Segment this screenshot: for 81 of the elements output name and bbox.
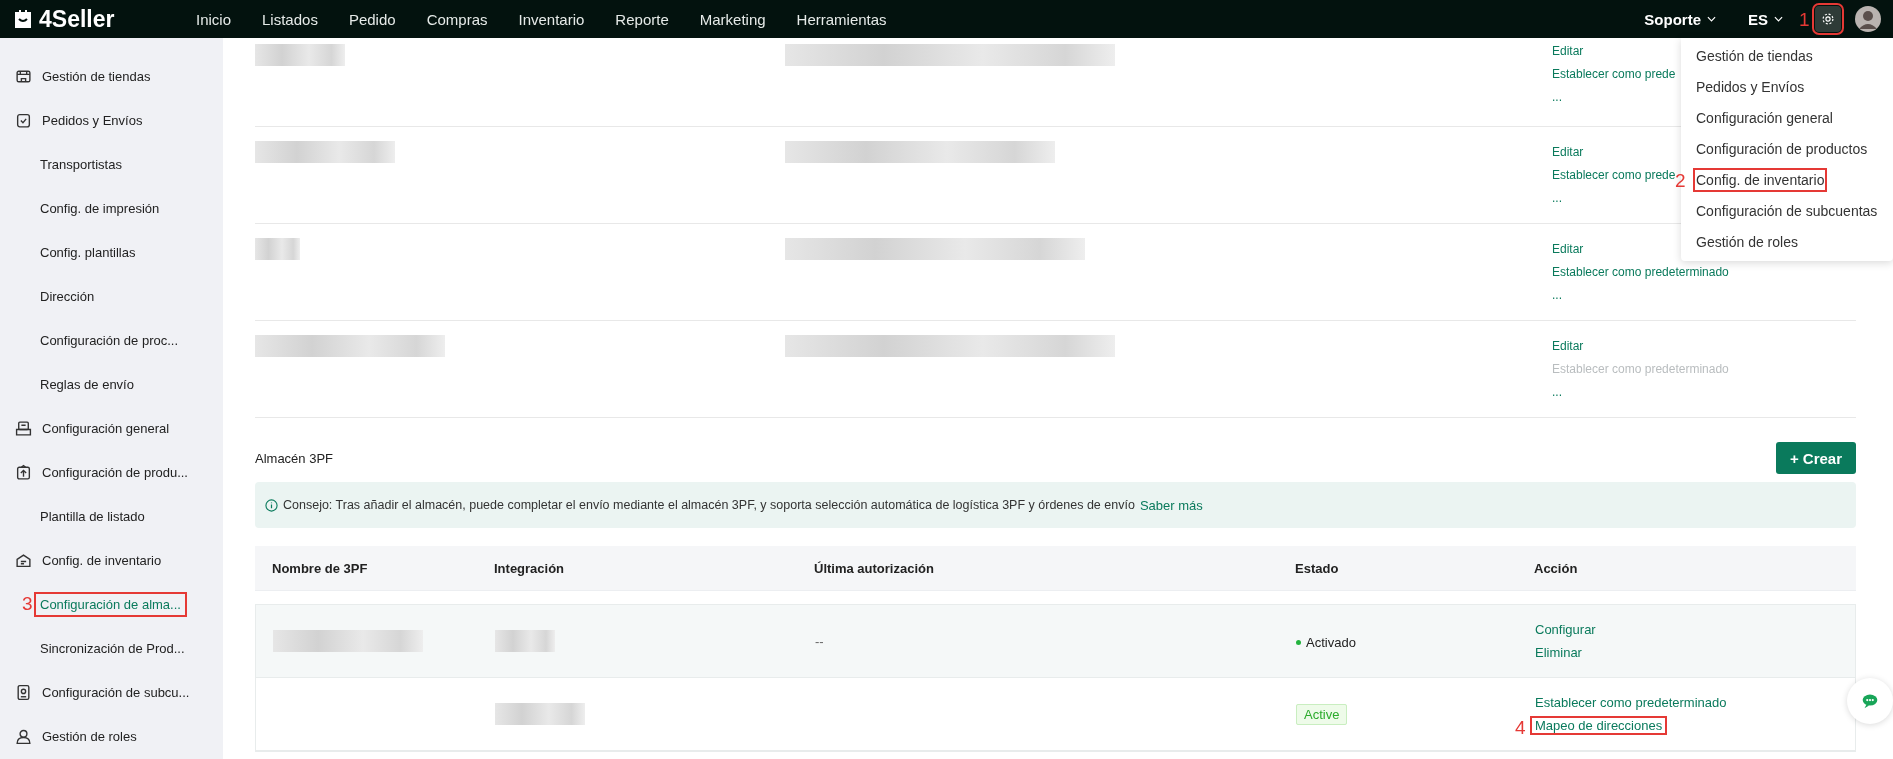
nav-link[interactable]: Inventario (518, 10, 585, 28)
menu-item[interactable]: Config. de inventario (1695, 169, 1826, 190)
support-menu[interactable]: Soporte (1644, 10, 1716, 28)
sidebar-item[interactable]: Pedidos y Envíos (0, 98, 223, 142)
annotation-number: 3 (22, 594, 33, 613)
sidebar-item[interactable]: Config. plantillas (36, 241, 140, 263)
sidebar-item[interactable]: Config. de impresión (36, 197, 164, 219)
avatar-icon[interactable] (1855, 6, 1881, 32)
clipboard-icon (15, 111, 32, 129)
action-link[interactable]: Mapeo de direcciones (1532, 718, 1666, 733)
menu-item[interactable]: Gestión de tiendas (1695, 45, 1814, 66)
action-link[interactable]: Establecer como prede (1552, 168, 1676, 182)
sidebar-item[interactable]: Configuración de alma... (36, 593, 185, 615)
nav-link[interactable]: Compras (426, 10, 488, 28)
action-link[interactable]: Editar (1552, 44, 1676, 58)
nav-link[interactable]: Listados (262, 10, 318, 28)
action-link[interactable]: Establecer como predeterminado (1552, 265, 1729, 279)
section-title: Almacén 3PF (255, 450, 334, 466)
inventory-icon (15, 551, 32, 569)
action-link[interactable]: Editar (1552, 339, 1729, 353)
menu-item[interactable]: Configuración general (1695, 107, 1834, 128)
sidebar-item[interactable]: Gestión de roles (0, 714, 223, 758)
column-header: Estado (1295, 560, 1340, 576)
printer-icon (15, 419, 32, 437)
sidebar-item[interactable]: Configuración de produ... (0, 450, 223, 494)
sidebar-item[interactable]: Sincronización de Prod... (36, 637, 189, 659)
table-cell: -- (815, 633, 824, 649)
action-link[interactable]: Establecer como predeterminado (1535, 695, 1727, 710)
action-link[interactable]: Eliminar (1535, 645, 1582, 660)
column-header: Última autorización (814, 560, 935, 576)
sidebar-item[interactable]: Gestión de tiendas (0, 54, 223, 98)
user-icon (15, 727, 32, 745)
sidebar-item[interactable]: Configuración de subcu... (0, 670, 223, 714)
redacted-text (255, 238, 300, 260)
column-header: Acción (1534, 560, 1579, 576)
status-text: Activado (1296, 634, 1356, 650)
column-header: Nombre de 3PF (271, 560, 369, 576)
nav-link[interactable]: Reporte (615, 10, 669, 28)
language-menu[interactable]: ES (1748, 10, 1783, 28)
sidebar-item[interactable]: Plantilla de listado (36, 505, 149, 527)
logo-text[interactable]: 4Seller (39, 5, 115, 33)
upload-icon (15, 463, 32, 481)
action-link[interactable]: ... (1552, 288, 1729, 302)
sidebar-item[interactable]: Dirección (36, 285, 99, 307)
status-tag: Active (1296, 703, 1348, 725)
chevron-icon (1774, 16, 1783, 22)
settings-icon (1821, 12, 1835, 26)
sidebar-item[interactable]: Reglas de envío (36, 373, 138, 395)
badge-icon (15, 683, 32, 701)
menu-item[interactable]: Pedidos y Envíos (1695, 76, 1806, 97)
sidebar-item[interactable]: Config. de inventario (0, 538, 223, 582)
bag-icon (12, 8, 34, 30)
column-header: Integración (494, 560, 566, 576)
create-button[interactable]: + Crear (1775, 442, 1856, 474)
redacted-text (495, 630, 555, 652)
annotation-number: 1 (1799, 10, 1810, 29)
menu-item[interactable]: Gestión de roles (1695, 231, 1799, 252)
action-link[interactable]: Editar (1552, 145, 1676, 159)
annotation-number: 4 (1515, 718, 1526, 737)
menu-item[interactable]: Configuración de subcuentas (1695, 200, 1879, 221)
info-icon (265, 498, 278, 512)
sidebar-item[interactable]: Configuración general (0, 406, 223, 450)
chat-button[interactable] (1847, 678, 1893, 724)
annotation-number: 2 (1675, 171, 1686, 190)
action-link[interactable]: ... (1552, 191, 1676, 205)
settings-button[interactable] (1815, 6, 1841, 32)
sidebar-item[interactable]: Configuración de proc... (36, 329, 183, 351)
nav-link[interactable]: Herramientas (796, 10, 887, 28)
menu-item[interactable]: Configuración de productos (1695, 138, 1869, 159)
tip-text: Consejo: Tras añadir el almacén, puede completar el envío mediante el almacén 3PF, y soporta selección automática de logística 3PF y órdenes de envío (283, 498, 1135, 512)
nav-link[interactable]: Marketing (699, 10, 766, 28)
chevron-icon (1707, 16, 1716, 22)
action-link[interactable]: Configurar (1535, 622, 1596, 637)
nav-link[interactable]: Inicio (196, 10, 232, 28)
store-icon (15, 67, 32, 85)
learn-more-link[interactable]: Saber más (1139, 497, 1203, 513)
sidebar-item[interactable]: Transportistas (36, 153, 126, 175)
action-link[interactable]: Establecer como prede (1552, 67, 1676, 81)
nav-link[interactable]: Pedido (348, 10, 396, 28)
action-link[interactable]: ... (1552, 90, 1676, 104)
action-link[interactable]: ... (1552, 385, 1729, 399)
